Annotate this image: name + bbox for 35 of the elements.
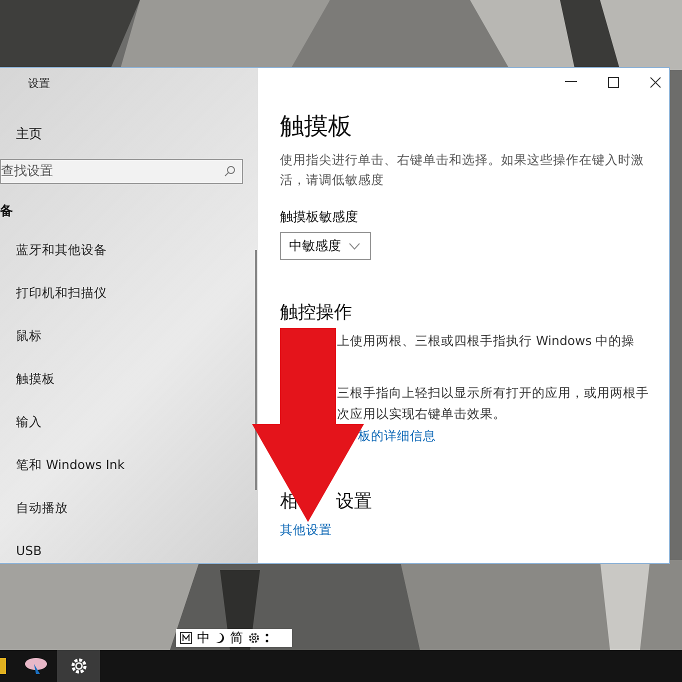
sensitivity-label: 触摸板敏感度 [280,209,359,226]
sidebar-item[interactable]: 自动播放 [0,498,258,541]
search-icon [224,165,236,177]
moon-icon[interactable] [215,632,225,644]
mode-icon [180,632,192,644]
body-text: 三根手指向上轻扫以显示所有打开的应用，或用两根手 [336,384,650,402]
sidebar-item[interactable]: 输入 [0,412,258,455]
details-link[interactable]: 板的详细信息 [358,428,436,443]
window-title: 设置 [28,76,51,91]
sidebar-item[interactable]: 打印机和扫描仪 [0,283,258,326]
sidebar-item[interactable]: USB [0,541,258,584]
maximize-icon [608,76,618,88]
ime-item[interactable]: 简 [230,629,243,647]
section-heading: 设置 [336,490,372,513]
body-text: 上使用两根、三根或四根手指执行 Windows 中的操 [336,332,636,350]
settings-icon[interactable] [57,650,100,682]
sensitivity-dropdown[interactable]: 中敏感度 [280,232,371,260]
more-icon[interactable] [265,633,269,643]
search-field[interactable]: 查找设置 [0,159,243,184]
sidebar-item[interactable]: 触摸板 [0,369,258,412]
other-settings-link[interactable]: 其他设置 [280,522,332,537]
close-icon [650,76,660,88]
description-text: 使用指尖进行单击、右键单击和选择。如果这些操作在键入时激活，请调低敏感度 [280,151,645,189]
section-heading: 触控操作 [280,301,353,324]
minimize-icon [565,81,577,83]
home-link[interactable]: 主页 [16,125,258,143]
gear-icon[interactable] [248,632,260,644]
chevron-down-icon [349,242,360,250]
sidebar-item[interactable]: 笔和 Windows Ink [0,455,258,498]
ime-item[interactable]: 中 [197,629,210,647]
body-text: 次应用以实现右键单击效果。 [336,405,507,423]
page-title: 触摸板 [280,111,353,142]
sidebar-item[interactable]: 鼠标 [0,326,258,369]
sidebar-item[interactable]: 蓝牙和其他设备 [0,240,258,283]
section-header: 备 [0,203,14,220]
